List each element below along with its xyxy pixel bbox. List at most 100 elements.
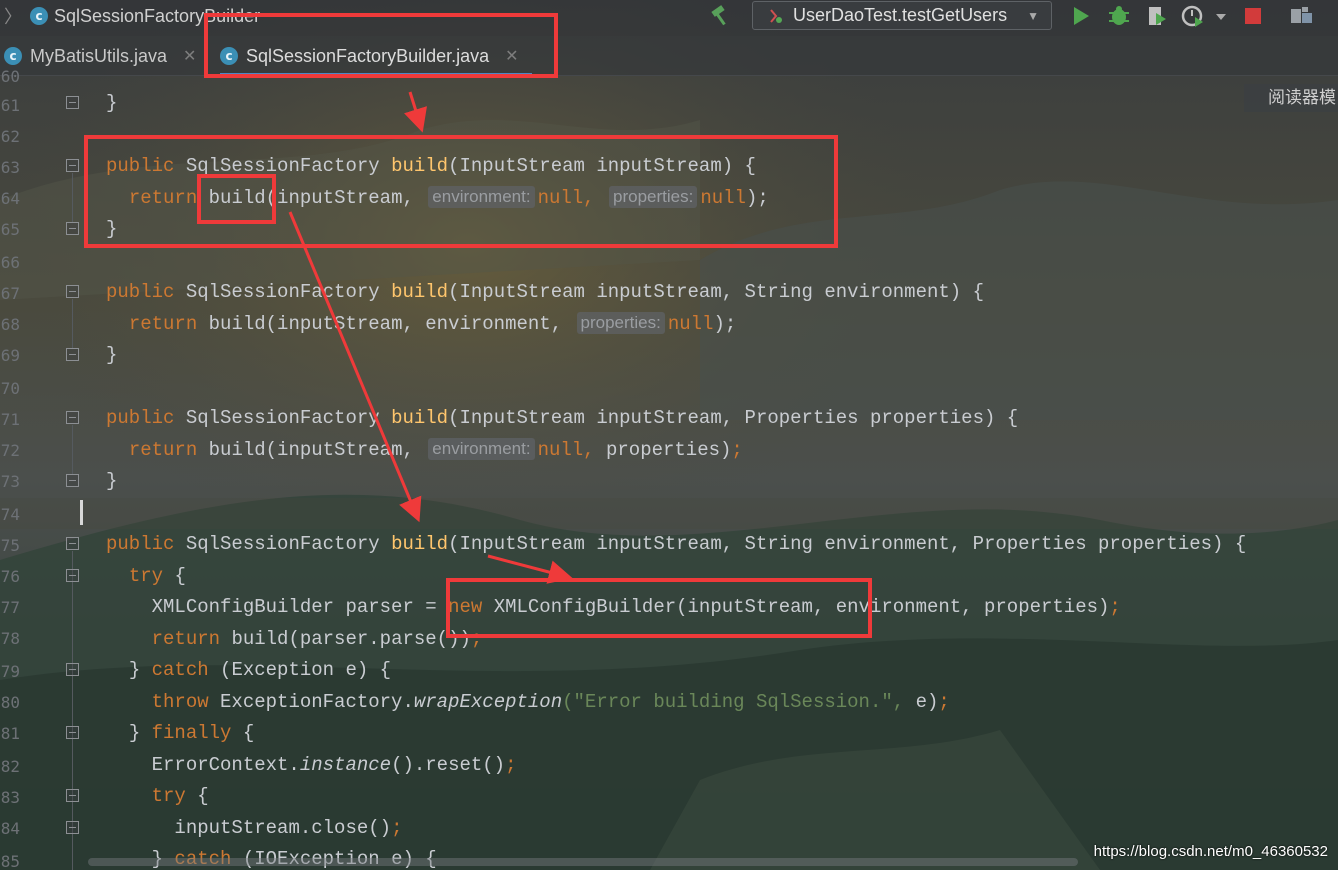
fold-marker-icon[interactable] (66, 569, 79, 582)
line-number: 74 (0, 505, 20, 524)
fold-marker-icon[interactable] (66, 726, 79, 739)
line-number: 79 (0, 662, 20, 681)
code-line-78: return build(parser.parse()); (151, 628, 483, 650)
code-line-68: return build(inputStream, environment, p… (128, 312, 737, 335)
fold-marker-icon[interactable] (66, 537, 79, 550)
fold-marker-icon[interactable] (66, 285, 79, 298)
fold-guide (72, 299, 73, 349)
line-number: 70 (0, 379, 20, 398)
line-number: 72 (0, 441, 20, 460)
parameter-hint: environment: (428, 186, 535, 208)
line-number: 67 (0, 284, 20, 303)
reader-mode-button[interactable]: 阅读器模 (1244, 84, 1338, 112)
parameter-hint: properties: (576, 312, 665, 334)
class-icon: c (220, 47, 238, 65)
line-number: 83 (0, 788, 20, 807)
fold-marker-icon[interactable] (66, 789, 79, 802)
horizontal-scrollbar[interactable] (88, 858, 1078, 866)
tab-sqlsessionfactorybuilder[interactable]: c SqlSessionFactoryBuilder.java ✕ (220, 36, 532, 76)
fold-guide (72, 425, 73, 475)
watermark: https://blog.csdn.net/m0_46360532 (1093, 843, 1328, 860)
line-number: 75 (0, 536, 20, 555)
active-tab-underline (220, 73, 532, 76)
line-number: 76 (0, 567, 20, 586)
profile-icon[interactable] (1180, 3, 1206, 29)
line-number: 62 (0, 127, 20, 146)
code-line-85: } catch (IOException e) { (151, 848, 437, 870)
code-line-64: return build(inputStream, environment: nu… (128, 186, 769, 209)
parameter-hint: properties: (609, 186, 698, 208)
tab-label: MyBatisUtils.java (30, 45, 168, 66)
line-number: 85 (0, 852, 20, 870)
coverage-icon[interactable] (1144, 3, 1170, 29)
class-icon: c (30, 7, 48, 25)
fold-marker-icon[interactable] (66, 663, 79, 676)
line-number: 68 (0, 315, 20, 334)
run-configuration-selector[interactable]: UserDaoTest.testGetUsers ▼ (752, 1, 1052, 30)
test-config-icon (770, 8, 782, 23)
code-line-61: } (106, 92, 118, 114)
line-number: 63 (0, 158, 20, 177)
fold-guide (72, 173, 73, 223)
parameter-hint: environment: (428, 438, 535, 460)
debug-icon[interactable] (1106, 3, 1132, 29)
fold-marker-icon[interactable] (66, 348, 79, 361)
breadcrumb-chevron-icon: 〉 (4, 7, 22, 27)
line-number: 78 (0, 629, 20, 648)
breadcrumb[interactable]: 〉 c SqlSessionFactoryBuilder (4, 2, 260, 30)
code-line-72: return build(inputStream, environment: nu… (128, 438, 743, 461)
build-hammer-icon[interactable] (708, 2, 734, 28)
code-line-71: public SqlSessionFactory build(InputStre… (106, 407, 1019, 429)
editor-gutter: 60 61 62 63 64 65 66 67 68 69 70 71 72 7… (0, 67, 100, 870)
line-number: 82 (0, 757, 20, 776)
code-editor[interactable]: } public SqlSessionFactory build(InputSt… (106, 76, 1246, 870)
run-configuration-label: UserDaoTest.testGetUsers (793, 5, 1008, 25)
code-line-63: public SqlSessionFactory build(InputStre… (106, 155, 756, 177)
code-line-69: } (106, 344, 118, 366)
breadcrumb-file-label: SqlSessionFactoryBuilder (54, 5, 261, 26)
close-icon[interactable]: ✕ (183, 46, 196, 66)
code-line-84: inputStream.close(); (174, 817, 403, 839)
code-line-77: XMLConfigBuilder parser = new XMLConfigB… (151, 596, 1121, 618)
line-number: 80 (0, 693, 20, 712)
code-line-76: try { (128, 565, 186, 587)
line-number: 77 (0, 598, 20, 617)
fold-marker-icon[interactable] (66, 821, 79, 834)
fold-marker-icon[interactable] (66, 411, 79, 424)
fold-marker-icon[interactable] (66, 474, 79, 487)
run-icon[interactable] (1068, 3, 1094, 29)
navigation-toolbar: 〉 c SqlSessionFactoryBuilder UserDaoTest… (0, 0, 1338, 36)
text-caret (80, 500, 83, 525)
code-line-79: } catch (Exception e) { (128, 659, 392, 681)
current-line-highlight (0, 498, 1338, 529)
line-number: 69 (0, 346, 20, 365)
fold-marker-icon[interactable] (66, 96, 79, 109)
line-number: 65 (0, 220, 20, 239)
line-number: 81 (0, 724, 20, 743)
code-line-67: public SqlSessionFactory build(InputStre… (106, 281, 984, 303)
line-number: 71 (0, 410, 20, 429)
line-number: 84 (0, 819, 20, 838)
tab-mybatisutils[interactable]: c MyBatisUtils.java ✕ (4, 36, 196, 76)
tab-label: SqlSessionFactoryBuilder.java (246, 45, 490, 66)
line-number: 60 (0, 67, 20, 86)
fold-marker-icon[interactable] (66, 159, 79, 172)
code-line-81: } finally { (128, 722, 255, 744)
code-line-80: throw ExceptionFactory.wrapException("Er… (151, 691, 950, 713)
code-line-65: } (106, 218, 118, 240)
fold-marker-icon[interactable] (66, 222, 79, 235)
line-number: 73 (0, 472, 20, 491)
line-number: 66 (0, 253, 20, 272)
line-number: 61 (0, 96, 20, 115)
code-line-82: ErrorContext.instance().reset(); (151, 754, 517, 776)
close-icon[interactable]: ✕ (505, 46, 518, 66)
editor-tab-bar: c MyBatisUtils.java ✕ c SqlSessionFactor… (0, 36, 1338, 76)
code-line-75: public SqlSessionFactory build(InputStre… (106, 533, 1247, 555)
more-run-options-chevron-icon[interactable] (1212, 3, 1230, 29)
code-line-73: } (106, 470, 118, 492)
chevron-down-icon: ▼ (1027, 8, 1039, 23)
code-line-83: try { (151, 785, 209, 807)
stop-icon[interactable] (1240, 3, 1266, 29)
project-structure-icon[interactable] (1288, 3, 1316, 29)
line-number: 64 (0, 189, 20, 208)
